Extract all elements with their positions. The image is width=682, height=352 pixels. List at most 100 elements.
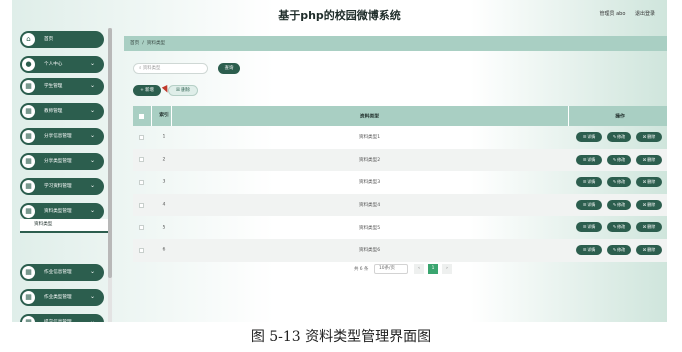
table-header-row: 索引 资料类型 操作 <box>133 106 667 126</box>
row-checkbox[interactable] <box>139 202 144 208</box>
chevron-down-icon: ⌄ <box>89 60 95 67</box>
pencil-icon: ✎ <box>612 246 617 252</box>
row-delete-button[interactable]: ☒删除 <box>636 244 662 255</box>
edit-button[interactable]: ✎修改 <box>607 222 631 233</box>
row-checkbox[interactable] <box>139 179 144 185</box>
pencil-icon: ✎ <box>612 201 617 207</box>
sidebar-item[interactable]: ▦ 学生管理 ⌄ <box>20 78 104 95</box>
table-row: 2 资料类型2 ☰详情 ✎修改 ☒删除 <box>133 148 667 172</box>
row-delete-button[interactable]: ☒删除 <box>636 177 662 188</box>
next-page-button[interactable]: › <box>442 264 452 274</box>
sidebar-item[interactable]: ● 个人中心 ⌄ <box>20 56 104 73</box>
sidebar-item[interactable]: ▦ 分享类型管理 ⌄ <box>20 153 104 170</box>
breadcrumb-home-link[interactable]: 首页 <box>130 41 139 46</box>
add-button[interactable]: + 新增 <box>133 85 161 96</box>
sidebar-item-label: 教师管理 <box>44 109 63 114</box>
row-checkbox[interactable] <box>139 247 144 253</box>
trash-icon: ☒ <box>642 246 647 252</box>
row-delete-button-label: 删除 <box>647 224 656 230</box>
breadcrumb-current: 资料类型 <box>146 41 166 46</box>
detail-button[interactable]: ☰详情 <box>576 132 602 142</box>
sidebar-item[interactable]: ▦ 资料类型管理 ⌄ <box>20 203 104 220</box>
trash-icon: ☒ <box>642 201 647 207</box>
select-all-checkbox[interactable] <box>139 113 144 119</box>
sidebar-item[interactable]: ▦ 作业信息管理 ⌄ <box>20 264 104 281</box>
chevron-down-icon: ⌄ <box>89 132 95 139</box>
sidebar-item-label: 学习资料管理 <box>44 184 72 189</box>
sidebar-item-label: 个人中心 <box>44 62 63 67</box>
chevron-down-icon: ⌄ <box>89 182 95 189</box>
sidebar-item[interactable]: ▦ 提交信息管理 ⌄ <box>20 314 104 322</box>
detail-button[interactable]: ☰详情 <box>576 199 602 210</box>
search-button[interactable]: 查询 <box>218 63 240 74</box>
sidebar-subitem-active[interactable]: 资料类型 <box>20 219 108 233</box>
edit-button-label: 修改 <box>617 134 626 139</box>
row-checkbox[interactable] <box>139 157 144 163</box>
edit-button[interactable]: ✎修改 <box>607 132 631 142</box>
edit-button-label: 修改 <box>617 179 626 185</box>
edit-button[interactable]: ✎修改 <box>607 199 631 210</box>
detail-button-label: 详情 <box>587 179 596 185</box>
prev-page-button[interactable]: ‹ <box>414 264 424 274</box>
edit-button-label: 修改 <box>617 224 626 230</box>
search-input[interactable]: ⌕ 资料类型 <box>133 63 208 74</box>
batch-delete-label: 删除 <box>181 88 191 93</box>
app-title: 基于php的校园微博系统 <box>278 9 401 22</box>
table-row: 3 资料类型3 ☰详情 ✎修改 ☒删除 <box>133 171 667 194</box>
list-icon: ☰ <box>582 179 587 185</box>
detail-button[interactable]: ☰详情 <box>576 222 602 233</box>
grid-icon: ▦ <box>22 80 35 93</box>
row-delete-button[interactable]: ☒删除 <box>636 199 662 210</box>
row-index: 3 <box>162 179 166 185</box>
row-checkbox[interactable] <box>139 225 144 231</box>
chevron-down-icon: ⌄ <box>89 82 95 89</box>
row-name: 资料类型2 <box>358 157 381 163</box>
sidebar-scrollbar-thumb[interactable] <box>108 28 112 278</box>
sidebar-item[interactable]: ▦ 作业类型管理 ⌄ <box>20 289 104 306</box>
detail-button[interactable]: ☰详情 <box>576 177 602 188</box>
chevron-down-icon: ⌄ <box>89 293 95 300</box>
page-size-select[interactable]: 10条/页 <box>374 264 408 274</box>
row-delete-button[interactable]: ☒删除 <box>636 222 662 233</box>
sidebar-item[interactable]: ⌂ 首页 <box>20 31 104 48</box>
edit-button[interactable]: ✎修改 <box>607 177 631 188</box>
list-icon: ☰ <box>582 134 587 139</box>
chevron-down-icon: ⌄ <box>89 268 95 275</box>
row-delete-button[interactable]: ☒删除 <box>636 154 662 165</box>
sidebar-item[interactable]: ▦ 分享信息管理 ⌄ <box>20 128 104 145</box>
grid-icon: ▦ <box>22 266 35 279</box>
grid-icon: ▦ <box>22 155 35 168</box>
sidebar-item-label: 作业类型管理 <box>44 295 72 300</box>
grid-icon: ▦ <box>22 316 35 322</box>
edit-button-label: 修改 <box>617 201 626 207</box>
edit-button[interactable]: ✎修改 <box>607 244 631 255</box>
row-name: 资料类型5 <box>358 225 381 231</box>
pencil-icon: ✎ <box>612 224 617 230</box>
main-content: 首页 / 资料类型 ⌕ 资料类型 查询 + 新增 ☒ 删除 索引 资料类型 操作 1… <box>120 28 667 322</box>
row-name: 资料类型3 <box>358 180 381 186</box>
page-number-current[interactable]: 1 <box>428 264 438 274</box>
grid-icon: ▦ <box>22 105 35 118</box>
batch-delete-button[interactable]: ☒ 删除 <box>168 85 198 96</box>
row-delete-button-label: 删除 <box>647 156 656 162</box>
table-row: 6 资料类型6 ☰详情 ✎修改 ☒删除 <box>133 238 667 262</box>
list-icon: ☰ <box>582 224 587 230</box>
admin-user-label: 管理员 abo <box>599 11 626 17</box>
row-name: 资料类型6 <box>358 248 381 254</box>
trash-icon: ☒ <box>642 156 647 162</box>
sidebar-item[interactable]: ▦ 教师管理 ⌄ <box>20 103 104 120</box>
sidebar-item[interactable]: ▦ 学习资料管理 ⌄ <box>20 178 104 195</box>
row-checkbox[interactable] <box>139 134 144 140</box>
chevron-down-icon: ⌄ <box>89 157 95 164</box>
edit-button-label: 修改 <box>617 246 626 252</box>
app-window: 基于php的校园微博系统 管理员 abo 退出登录 ⌂ 首页 ● 个人中心 ⌄ ▦ 学生管理… <box>12 0 667 322</box>
row-delete-button[interactable]: ☒删除 <box>636 132 662 142</box>
detail-button[interactable]: ☰详情 <box>576 244 602 255</box>
logout-link[interactable]: 退出登录 <box>635 11 655 17</box>
grid-icon: ▦ <box>22 291 35 304</box>
sidebar-item-label: 提交信息管理 <box>44 319 72 322</box>
detail-button[interactable]: ☰详情 <box>576 154 602 165</box>
edit-button[interactable]: ✎修改 <box>607 154 631 165</box>
detail-button-label: 详情 <box>587 156 596 162</box>
trash-icon: ☒ <box>642 134 647 139</box>
